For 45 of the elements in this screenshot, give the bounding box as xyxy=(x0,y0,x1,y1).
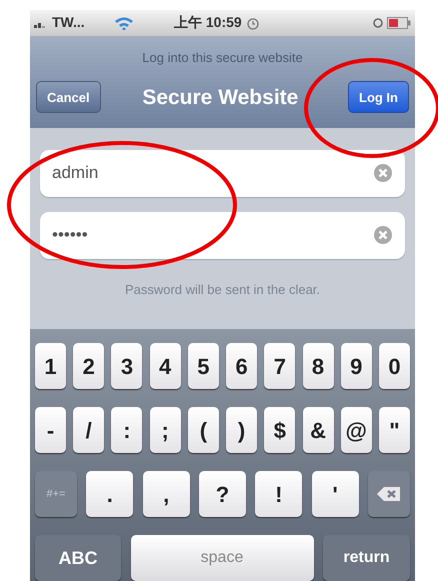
keyboard-key[interactable]: 9 xyxy=(340,343,372,389)
keyboard-key[interactable]: 0 xyxy=(378,343,410,389)
clear-icon[interactable] xyxy=(373,225,393,246)
log-in-button[interactable]: Log In xyxy=(348,81,409,114)
warning-note: Password will be sent in the clear. xyxy=(124,280,322,299)
nav-title: Secure Website xyxy=(142,84,298,111)
keyboard-key[interactable]: 6 xyxy=(226,343,258,389)
delete-key[interactable] xyxy=(368,471,410,517)
clear-icon[interactable] xyxy=(373,163,393,184)
prompt-text: Log into this secure website xyxy=(142,48,303,67)
keyboard-key[interactable]: / xyxy=(73,407,104,453)
keyboard-key[interactable]: ? xyxy=(198,471,246,517)
cancel-button[interactable]: Cancel xyxy=(36,81,101,114)
keyboard-key[interactable]: ) xyxy=(226,407,258,453)
keyboard-key[interactable]: - xyxy=(35,407,66,453)
keyboard-key[interactable]: ! xyxy=(255,471,302,517)
keyboard-key[interactable]: 4 xyxy=(150,343,181,389)
alarm-icon xyxy=(246,16,260,30)
keyboard-key[interactable]: ( xyxy=(188,407,219,453)
text-field[interactable]: admin xyxy=(40,150,405,197)
keyboard-key[interactable]: 8 xyxy=(302,343,334,389)
keyboard-key[interactable]: . xyxy=(86,471,134,517)
keyboard-key[interactable]: : xyxy=(111,407,142,453)
keyboard-key[interactable]: 3 xyxy=(111,343,142,389)
keyboard-key[interactable]: , xyxy=(142,471,190,517)
keyboard-key[interactable]: 1 xyxy=(35,343,66,389)
status-time: 上午 10:59 xyxy=(174,13,242,32)
return-key[interactable]: return xyxy=(323,535,410,581)
keyboard-key[interactable]: 5 xyxy=(188,343,219,389)
keyboard-key[interactable]: 2 xyxy=(73,343,104,389)
backspace-icon xyxy=(376,486,402,502)
wifi-icon xyxy=(114,16,134,30)
field-value: •••••• xyxy=(52,224,89,246)
keyboard-key[interactable]: " xyxy=(378,407,410,453)
keyboard-key[interactable]: 7 xyxy=(264,343,296,389)
keyboard-key[interactable]: ' xyxy=(312,471,359,517)
keyboard-key[interactable]: ; xyxy=(150,407,181,453)
battery-icon xyxy=(387,16,411,29)
keyboard-key[interactable]: $ xyxy=(264,407,296,453)
carrier-name: TW... xyxy=(52,13,86,32)
field-value: admin xyxy=(52,162,100,184)
abc-key[interactable]: ABC xyxy=(35,535,121,581)
keyboard-key[interactable]: & xyxy=(302,407,334,453)
text-field[interactable]: •••••• xyxy=(40,212,405,259)
keyboard-key[interactable]: @ xyxy=(340,407,372,453)
